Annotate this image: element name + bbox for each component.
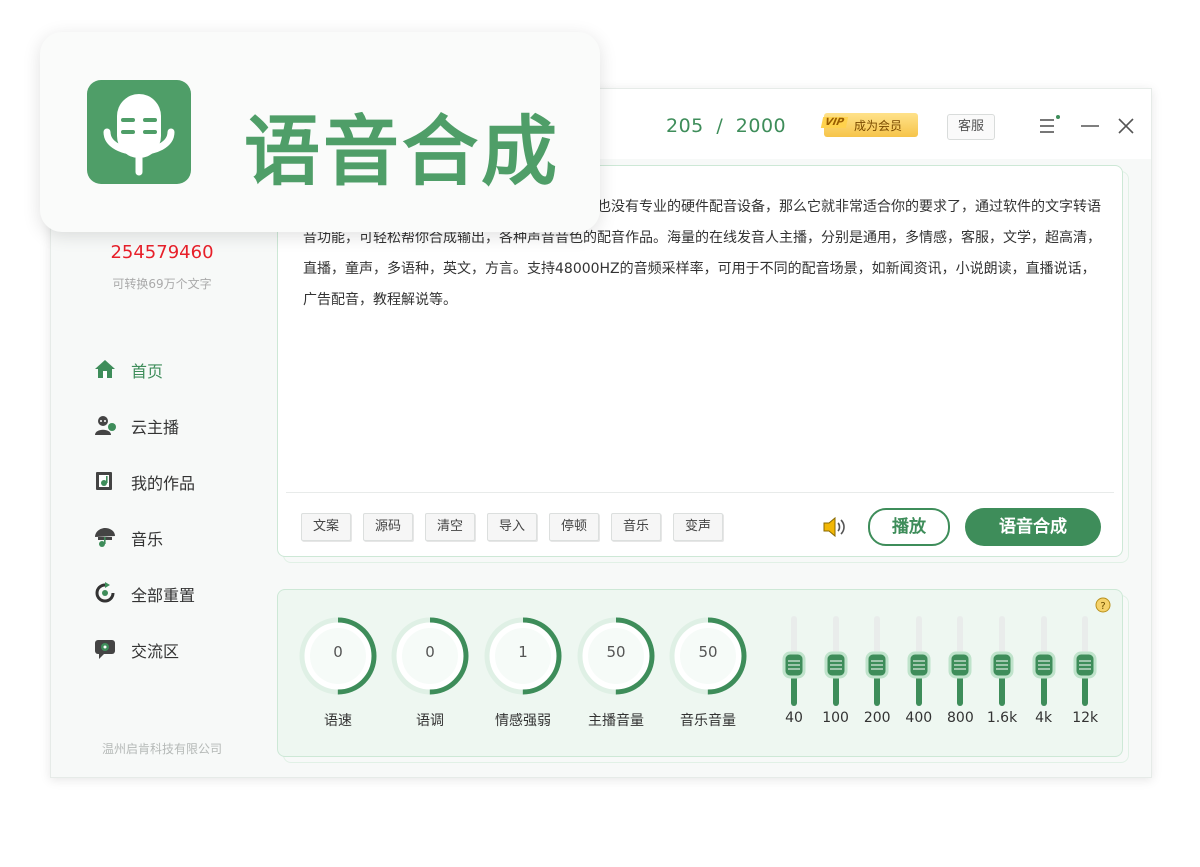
eq-label: 100: [822, 710, 849, 726]
speaker-icon[interactable]: [820, 513, 848, 541]
dial-value: 0: [425, 643, 435, 661]
parameter-panel: 0 语速 0 语调 1 情感强弱 50 主播音量 50 音乐音量 40 100 200 400 800 1.…: [277, 589, 1123, 757]
eq-label: 40: [785, 710, 803, 726]
home-icon: [95, 360, 115, 378]
customer-service-button[interactable]: 客服: [947, 114, 995, 140]
eq-slider-12k[interactable]: [1070, 614, 1100, 710]
dial-value: 50: [606, 643, 626, 661]
app-badge: 语音合成: [40, 32, 600, 232]
dial-label: 主播音量: [588, 713, 644, 729]
tool-button-import[interactable]: 导入: [487, 513, 537, 541]
dial-1[interactable]: 0: [296, 614, 380, 698]
synthesize-button[interactable]: 语音合成: [965, 508, 1101, 546]
divider: [286, 492, 1114, 493]
eq-label: 4k: [1035, 710, 1053, 726]
dial-3[interactable]: 1: [481, 614, 565, 698]
tool-button-copywriting[interactable]: 文案: [301, 513, 351, 541]
sidebar-item-anchor[interactable]: 云主播: [93, 411, 253, 439]
music-icon: [95, 528, 115, 547]
character-count: 205: [666, 115, 704, 137]
works-icon: [96, 472, 112, 490]
vip-button[interactable]: VIP 成为会员: [820, 113, 918, 137]
sidebar-item-music[interactable]: 音乐: [93, 523, 253, 551]
dial-value: 50: [698, 643, 718, 661]
dial-5[interactable]: 50: [666, 614, 750, 698]
sidebar-item-home[interactable]: 首页: [93, 355, 253, 383]
dial-value: 0: [333, 643, 343, 661]
dial-label: 语速: [324, 713, 352, 729]
character-counter: 205 / 2000: [666, 115, 786, 137]
close-icon[interactable]: [1113, 113, 1139, 139]
dial-2[interactable]: 0: [388, 614, 472, 698]
eq-label: 800: [947, 710, 974, 726]
sidebar-item-reset[interactable]: 全部重置: [93, 579, 253, 607]
play-button[interactable]: 播放: [868, 508, 950, 546]
eq-track: [824, 616, 848, 706]
user-id: 254579460: [110, 242, 214, 263]
eq-track: [948, 616, 972, 706]
dial-label: 语调: [416, 713, 444, 729]
remaining-characters: 可转换69万个文字: [112, 277, 212, 291]
eq-slider-100[interactable]: [821, 614, 851, 710]
sidebar-item-community[interactable]: 交流区: [93, 635, 253, 663]
eq-track: [990, 616, 1014, 706]
tool-button-music[interactable]: 音乐: [611, 513, 661, 541]
sidebar-item-works[interactable]: 我的作品: [93, 467, 253, 495]
sidebar-item-label: 首页: [131, 362, 164, 381]
eq-slider-4k[interactable]: [1029, 614, 1059, 710]
eq-track: [907, 616, 931, 706]
eq-track: [782, 616, 806, 706]
dial-value: 1: [518, 643, 528, 661]
dial-label: 情感强弱: [495, 713, 551, 729]
help-icon[interactable]: ?: [1095, 597, 1111, 613]
dial-4[interactable]: 50: [574, 614, 658, 698]
sidebar-item-label: 音乐: [131, 530, 164, 549]
dial-label: 音乐音量: [680, 713, 736, 729]
app-logo: [87, 80, 191, 184]
tool-button-clear[interactable]: 清空: [425, 513, 475, 541]
eq-label: 200: [863, 710, 891, 726]
sidebar-item-label: 我的作品: [131, 474, 196, 493]
sidebar-item-label: 云主播: [131, 418, 180, 437]
tool-button-voice-change[interactable]: 变声: [673, 513, 723, 541]
sidebar-item-label: 全部重置: [131, 586, 196, 605]
tool-button-pause[interactable]: 停顿: [549, 513, 599, 541]
company-name: 温州启肯科技有限公司: [101, 742, 222, 756]
eq-label: 12k: [1072, 710, 1099, 726]
minimize-icon[interactable]: [1077, 113, 1103, 139]
chat-icon: [95, 640, 115, 659]
sidebar-item-label: 交流区: [131, 642, 180, 661]
svg-text:?: ?: [1100, 601, 1105, 612]
eq-label: 1.6k: [986, 710, 1018, 726]
character-limit: 2000: [735, 115, 787, 137]
menu-icon[interactable]: [1035, 113, 1061, 139]
anchor-icon: [95, 416, 116, 435]
microphone-icon: [103, 94, 175, 176]
vip-tag: VIP: [820, 117, 848, 128]
counter-separator: /: [716, 115, 724, 137]
sidebar: 254579460 可转换69万个文字 首页 云主播 我的作品 音乐 全部重置 …: [51, 159, 273, 777]
eq-label: 400: [905, 710, 933, 726]
eq-slider-1.6k[interactable]: [987, 614, 1017, 710]
eq-slider-200[interactable]: [862, 614, 892, 710]
reset-icon: [95, 582, 115, 603]
app-title: 语音合成: [244, 107, 560, 196]
vip-label: 成为会员: [854, 119, 903, 133]
tool-button-source[interactable]: 源码: [363, 513, 413, 541]
eq-slider-400[interactable]: [904, 614, 934, 710]
eq-track: [1032, 616, 1056, 706]
eq-track: [865, 616, 889, 706]
eq-slider-40[interactable]: [779, 614, 809, 710]
eq-slider-800[interactable]: [945, 614, 975, 710]
eq-track: [1073, 616, 1097, 706]
